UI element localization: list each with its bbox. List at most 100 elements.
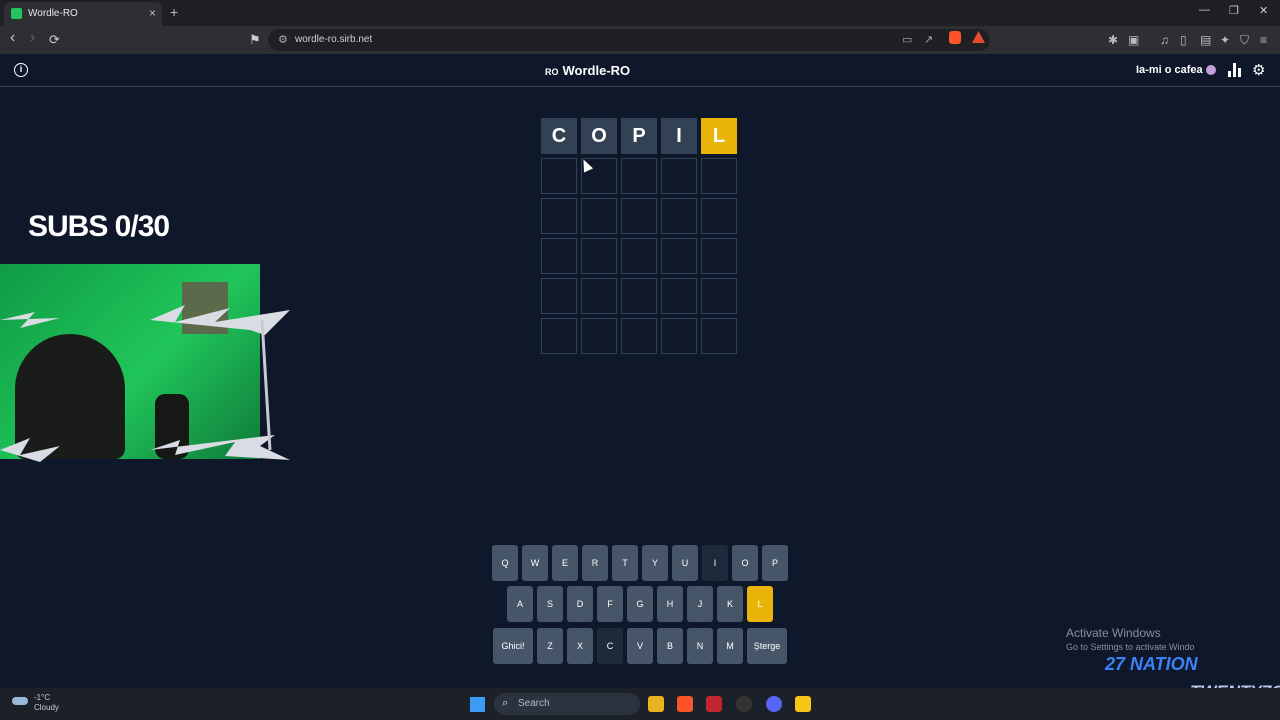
share-icon[interactable]: ↗ xyxy=(924,33,933,46)
board-tile xyxy=(701,278,737,314)
key-r[interactable]: R xyxy=(582,545,608,581)
board-tile xyxy=(541,158,577,194)
enter-key[interactable]: Ghici! xyxy=(493,628,533,664)
board-tile xyxy=(581,198,617,234)
cast-icon[interactable]: ▭ xyxy=(902,33,912,46)
board-tile xyxy=(541,318,577,354)
close-window-button[interactable]: ✕ xyxy=(1259,4,1268,17)
key-e[interactable]: E xyxy=(552,545,578,581)
app-header: i RO Wordle-RO Ia-mi o cafea ⚙ xyxy=(0,54,1280,87)
key-k[interactable]: K xyxy=(717,586,743,622)
board-tile xyxy=(621,238,657,274)
key-h[interactable]: H xyxy=(657,586,683,622)
menu-icon[interactable]: ≡ xyxy=(1260,33,1267,47)
site-settings-icon[interactable]: ⚙ xyxy=(278,33,288,46)
bookmark-icon[interactable]: ⚑ xyxy=(249,32,261,48)
search-icon: ⌕ xyxy=(502,697,509,709)
key-i[interactable]: I xyxy=(702,545,728,581)
wall-poster xyxy=(182,282,228,334)
new-tab-button[interactable]: + xyxy=(170,4,178,20)
discord-icon[interactable] xyxy=(766,696,782,712)
board-tile xyxy=(661,278,697,314)
buy-coffee-link[interactable]: Ia-mi o cafea xyxy=(1136,64,1203,76)
leo-ai-icon[interactable]: ✦ xyxy=(1220,33,1230,47)
weather-temp: -1°C xyxy=(34,693,51,702)
board-tile xyxy=(701,198,737,234)
streamer-silhouette xyxy=(15,334,125,459)
key-u[interactable]: U xyxy=(672,545,698,581)
key-d[interactable]: D xyxy=(567,586,593,622)
brave-shields-icon[interactable] xyxy=(949,31,961,44)
windows-start-icon[interactable] xyxy=(470,697,485,712)
app-icon-yellow[interactable] xyxy=(795,696,811,712)
backspace-key[interactable]: Șterge xyxy=(747,628,787,664)
key-l[interactable]: L xyxy=(747,586,773,622)
key-g[interactable]: G xyxy=(627,586,653,622)
brave-browser-icon[interactable] xyxy=(677,696,693,712)
media-icon[interactable]: ♫ xyxy=(1160,33,1169,47)
key-a[interactable]: A xyxy=(507,586,533,622)
activate-title: Activate Windows xyxy=(1066,626,1161,640)
extensions-icon[interactable]: ✱ xyxy=(1108,33,1118,47)
forward-button[interactable]: › xyxy=(30,29,35,47)
screenshot-icon[interactable]: ▣ xyxy=(1128,33,1139,47)
key-x[interactable]: X xyxy=(567,628,593,664)
key-c[interactable]: C xyxy=(597,628,623,664)
file-explorer-icon[interactable] xyxy=(648,696,664,712)
key-z[interactable]: Z xyxy=(537,628,563,664)
key-v[interactable]: V xyxy=(627,628,653,664)
minimize-button[interactable]: — xyxy=(1199,4,1210,16)
key-n[interactable]: N xyxy=(687,628,713,664)
app-icon-red[interactable] xyxy=(706,696,722,712)
sidebar-icon[interactable]: ▯ xyxy=(1180,33,1187,47)
info-icon[interactable]: i xyxy=(14,63,28,77)
brand-name: Wordle-RO xyxy=(562,63,631,78)
subs-counter: SUBS 0/30 xyxy=(28,210,170,243)
url-text: wordle-ro.sirb.net xyxy=(295,34,373,45)
game-board: COPIL xyxy=(541,118,739,354)
board-tile xyxy=(621,198,657,234)
key-q[interactable]: Q xyxy=(492,545,518,581)
vpn-icon[interactable]: ⛉ xyxy=(1240,33,1249,48)
key-m[interactable]: M xyxy=(717,628,743,664)
brand-prefix: RO xyxy=(545,67,559,77)
key-w[interactable]: W xyxy=(522,545,548,581)
coffee-icon[interactable] xyxy=(1206,65,1216,75)
key-s[interactable]: S xyxy=(537,586,563,622)
board-tile xyxy=(541,198,577,234)
board-tile xyxy=(661,238,697,274)
board-tile xyxy=(701,238,737,274)
board-tile xyxy=(581,238,617,274)
webcam-overlay xyxy=(0,264,260,459)
key-j[interactable]: J xyxy=(687,586,713,622)
address-bar[interactable]: ⚙ wordle-ro.sirb.net ▭ ↗ xyxy=(268,29,990,51)
activate-windows-watermark: Activate Windows Go to Settings to activ… xyxy=(1066,626,1195,652)
browser-toolbar: ‹ › ⟳ ⚑ ⚙ wordle-ro.sirb.net ▭ ↗ xyxy=(0,26,1280,54)
board-tile: O xyxy=(581,118,617,154)
key-f[interactable]: F xyxy=(597,586,623,622)
browser-tab[interactable]: Wordle-RO × xyxy=(4,2,162,26)
nation-logo: 27 NATION xyxy=(1105,654,1198,674)
back-button[interactable]: ‹ xyxy=(10,29,15,47)
key-t[interactable]: T xyxy=(612,545,638,581)
key-y[interactable]: Y xyxy=(642,545,668,581)
gear-icon[interactable]: ⚙ xyxy=(1252,61,1265,79)
board-tile xyxy=(621,318,657,354)
key-p[interactable]: P xyxy=(762,545,788,581)
windows-taskbar: -1°C Cloudy ⌕ Search xyxy=(0,688,1280,720)
key-b[interactable]: B xyxy=(657,628,683,664)
wordle-page: i RO Wordle-RO Ia-mi o cafea ⚙ COPIL QWER… xyxy=(0,54,1280,701)
restore-button[interactable]: ❐ xyxy=(1229,4,1239,17)
board-tile xyxy=(541,278,577,314)
wordle-favicon-icon xyxy=(11,8,22,19)
tab-close-icon[interactable]: × xyxy=(149,6,156,20)
browser-tabbar: Wordle-RO × + — ❐ ✕ xyxy=(0,0,1280,26)
board-tile xyxy=(661,198,697,234)
obs-icon[interactable] xyxy=(736,696,752,712)
taskbar-search[interactable]: ⌕ Search xyxy=(494,693,640,715)
reload-button[interactable]: ⟳ xyxy=(49,32,60,48)
board-tile xyxy=(661,158,697,194)
wallet-icon[interactable]: ▤ xyxy=(1200,33,1211,47)
key-o[interactable]: O xyxy=(732,545,758,581)
statistics-icon[interactable] xyxy=(1228,63,1241,77)
